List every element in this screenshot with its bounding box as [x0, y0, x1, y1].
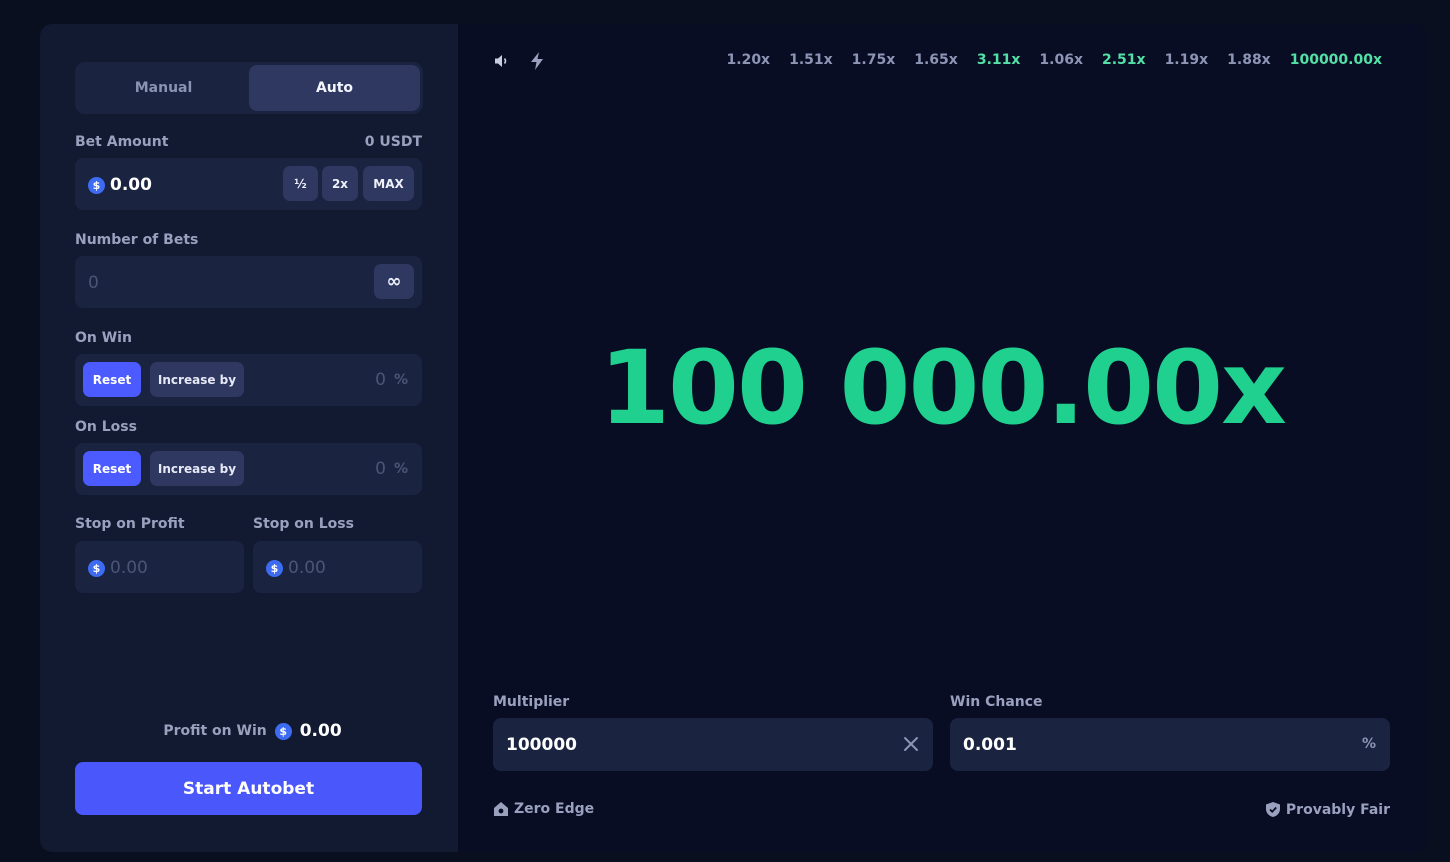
number-of-bets-field[interactable]: 0 ∞ [75, 256, 422, 308]
balance-display: 0 USDT [364, 134, 422, 150]
history-item: 1.51x [789, 52, 833, 68]
tab-manual[interactable]: Manual [78, 65, 249, 111]
close-icon[interactable] [903, 736, 919, 752]
history-item: 3.11x [976, 52, 1021, 68]
usd-coin-icon: $ [274, 722, 292, 740]
on-loss-field: Reset Increase by 0 % [75, 443, 422, 495]
stop-on-loss-field[interactable]: $ 0.00 [253, 541, 422, 593]
percent-icon: % [393, 372, 408, 388]
multiplier-field[interactable]: 100000 [493, 718, 933, 771]
on-win-increase-button[interactable]: Increase by [150, 362, 244, 397]
on-win-value-input[interactable]: 0 [375, 370, 386, 390]
bet-controls-panel: Manual Auto Bet Amount 0 USDT $ 0.00 ½ 2… [40, 24, 458, 852]
usd-coin-icon: $ [88, 176, 105, 194]
half-bet-button[interactable]: ½ [283, 166, 318, 201]
stop-on-profit-field[interactable]: $ 0.00 [75, 541, 244, 593]
zero-edge-label: Zero Edge [514, 801, 595, 817]
tab-auto[interactable]: Auto [249, 65, 420, 111]
stop-on-profit-input[interactable]: 0.00 [110, 558, 148, 578]
bet-amount-label: Bet Amount [75, 134, 169, 150]
infinity-icon[interactable]: ∞ [374, 264, 414, 299]
multiplier-label: Multiplier [493, 694, 570, 710]
win-chance-label: Win Chance [950, 694, 1043, 710]
stop-on-loss-label: Stop on Loss [253, 516, 354, 532]
provably-fair-label: Provably Fair [1285, 801, 1390, 818]
profit-on-win: Profit on Win $ 0.00 [40, 721, 458, 741]
multiplier-input[interactable]: 100000 [506, 735, 577, 755]
win-chance-field[interactable]: 0.001 % [950, 718, 1390, 771]
usd-coin-icon: $ [266, 559, 283, 577]
stop-on-profit-label: Stop on Profit [75, 516, 185, 532]
lightning-icon[interactable] [528, 51, 546, 71]
house-icon [494, 802, 508, 816]
history-item: 100000.00x [1289, 52, 1382, 68]
percent-icon: % [393, 461, 408, 477]
volume-icon[interactable] [493, 52, 511, 70]
max-bet-button[interactable]: MAX [363, 166, 414, 201]
bet-amount-field[interactable]: $ 0.00 ½ 2x MAX [75, 158, 422, 210]
on-win-label: On Win [75, 330, 132, 346]
on-loss-reset-button[interactable]: Reset [83, 451, 141, 486]
on-loss-value-input[interactable]: 0 [375, 459, 386, 479]
start-autobet-button[interactable]: Start Autobet [75, 762, 422, 815]
double-bet-button[interactable]: 2x [322, 166, 358, 201]
percent-icon: % [1361, 736, 1376, 752]
history-item: 1.19x [1164, 52, 1209, 68]
profit-on-win-value: 0.00 [299, 721, 342, 741]
number-of-bets-label: Number of Bets [75, 232, 199, 248]
shield-icon [1265, 802, 1280, 817]
stop-on-loss-input[interactable]: 0.00 [288, 558, 326, 578]
on-win-reset-button[interactable]: Reset [83, 362, 141, 397]
zero-edge-link[interactable]: Zero Edge [493, 801, 594, 817]
history-item: 2.51x [1101, 52, 1146, 68]
bet-amount-value[interactable]: 0.00 [110, 175, 152, 195]
history-item: 1.88x [1227, 52, 1271, 68]
history-item: 1.20x [726, 52, 771, 68]
win-chance-input[interactable]: 0.001 [963, 735, 1017, 755]
provably-fair-link[interactable]: Provably Fair [1265, 801, 1390, 818]
usd-coin-icon: $ [88, 559, 105, 577]
history-item: 1.65x [914, 52, 958, 68]
on-loss-increase-button[interactable]: Increase by [150, 451, 244, 486]
on-win-field: Reset Increase by 0 % [75, 354, 422, 406]
profit-on-win-label: Profit on Win [163, 723, 267, 739]
app-window: Manual Auto Bet Amount 0 USDT $ 0.00 ½ 2… [40, 24, 1426, 852]
game-area: 1.20x 1.51x 1.75x 1.65x 3.11x 1.06x 2.51… [458, 24, 1426, 852]
mode-tabs: Manual Auto [75, 62, 423, 114]
history-item: 1.06x [1039, 52, 1083, 68]
result-multiplier-display: 100 000.00x [599, 329, 1287, 448]
history-item: 1.75x [851, 52, 896, 68]
number-of-bets-input[interactable]: 0 [88, 273, 99, 293]
on-loss-label: On Loss [75, 419, 137, 435]
result-history: 1.20x 1.51x 1.75x 1.65x 3.11x 1.06x 2.51… [708, 52, 1382, 72]
